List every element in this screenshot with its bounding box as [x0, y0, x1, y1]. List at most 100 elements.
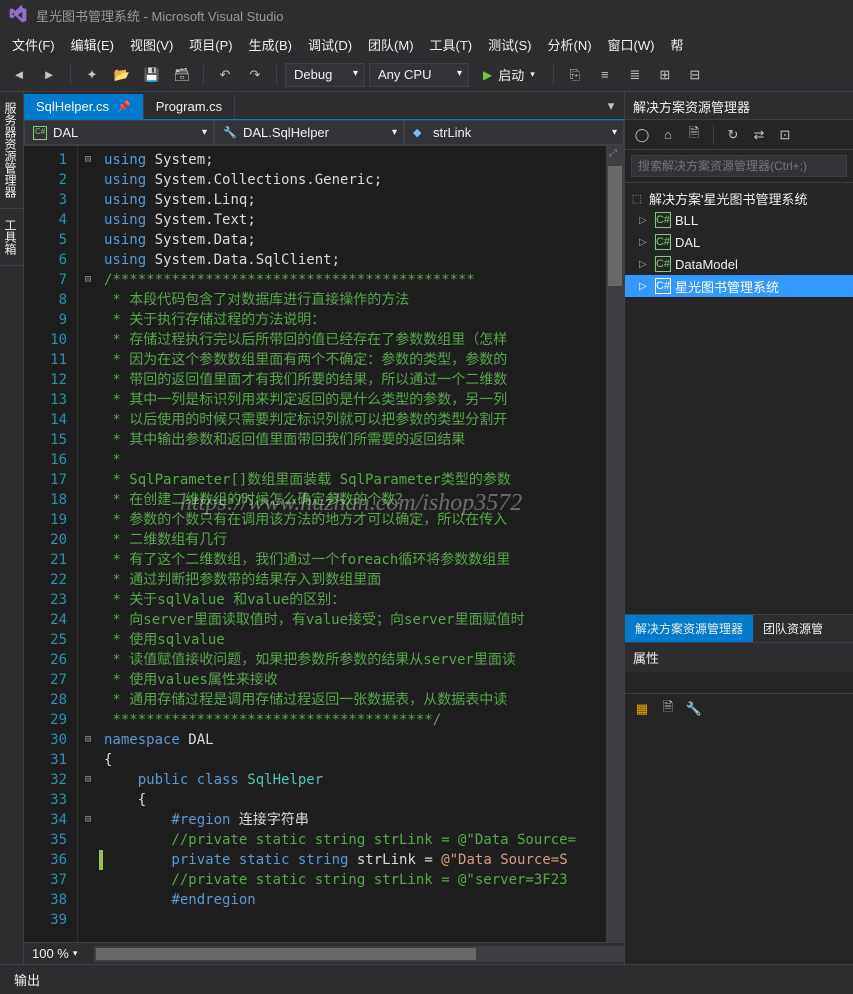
toolbox-tab[interactable]: 工具箱	[0, 209, 23, 266]
solution-search	[625, 150, 853, 183]
tree-project-datamodel[interactable]: ▷ C# DataModel	[625, 253, 853, 275]
config-combo[interactable]: Debug	[285, 63, 365, 87]
vertical-scrollbar[interactable]: ⤢	[606, 146, 624, 942]
new-project-button[interactable]: ✦	[79, 62, 105, 88]
nav-forward-button[interactable]: ►	[36, 62, 62, 88]
csproj-icon: C#	[655, 256, 671, 272]
tab-program[interactable]: Program.cs	[144, 94, 235, 119]
editor-area: SqlHelper.cs 📌 Program.cs ▾ C# DAL 🔧 DAL…	[24, 92, 624, 964]
expand-icon[interactable]: ▷	[639, 237, 651, 248]
solution-explorer-header: 解决方案资源管理器	[625, 92, 853, 120]
tab-team-explorer[interactable]: 团队资源管	[753, 615, 833, 642]
separator	[553, 65, 554, 85]
menu-file[interactable]: 文件(F)	[4, 31, 63, 58]
left-sidebar: 服务器资源管理器 工具箱	[0, 92, 24, 964]
code-content[interactable]: using System;using System.Collections.Ge…	[104, 146, 606, 942]
prop-pages-button[interactable]: 🔧	[683, 698, 705, 720]
se-home-button[interactable]: ⌂	[657, 124, 679, 146]
prop-categorized-button[interactable]: ▦	[631, 698, 653, 720]
tree-label: 星光图书管理系统	[675, 277, 779, 296]
tree-project-main[interactable]: ▷ C# 星光图书管理系统	[625, 275, 853, 297]
tab-solution-explorer[interactable]: 解决方案资源管理器	[625, 615, 753, 642]
play-icon: ▶	[483, 68, 492, 82]
nav-project-label: DAL	[53, 125, 78, 140]
class-icon: 🔧	[223, 126, 237, 140]
menu-debug[interactable]: 调试(D)	[300, 31, 360, 58]
menu-edit[interactable]: 编辑(E)	[63, 31, 122, 58]
expand-icon[interactable]: ▷	[639, 281, 651, 292]
properties-toolbar: ▦ 🗎 🔧	[625, 694, 853, 724]
menu-analyze[interactable]: 分析(N)	[539, 31, 599, 58]
nav-class-combo[interactable]: 🔧 DAL.SqlHelper	[214, 120, 404, 145]
menu-help[interactable]: 帮	[662, 31, 691, 58]
code-editor[interactable]: 1234567891011121314151617181920212223242…	[24, 146, 624, 942]
scrollbar-thumb[interactable]	[96, 948, 476, 960]
vs-logo-icon	[8, 5, 28, 25]
tree-label: BLL	[675, 213, 698, 228]
toolbar-btn-2[interactable]: ≡	[592, 62, 618, 88]
horizontal-scrollbar[interactable]	[94, 946, 624, 962]
platform-combo[interactable]: Any CPU	[369, 63, 469, 87]
menu-test[interactable]: 测试(S)	[480, 31, 539, 58]
nav-project-combo[interactable]: C# DAL	[24, 120, 214, 145]
toolbar-btn-5[interactable]: ⊟	[682, 62, 708, 88]
separator	[70, 65, 71, 85]
toolbar-btn-1[interactable]: ⎘	[562, 62, 588, 88]
prop-alpha-button[interactable]: 🗎	[657, 698, 679, 720]
csproj-icon: C#	[655, 234, 671, 250]
field-icon: ◆	[413, 126, 427, 140]
se-showall-button[interactable]: ⊡	[774, 124, 796, 146]
separator	[713, 125, 714, 145]
menu-window[interactable]: 窗口(W)	[600, 31, 663, 58]
right-panel-tabs: 解决方案资源管理器 团队资源管	[625, 614, 853, 642]
tree-label: DataModel	[675, 257, 738, 272]
solution-search-input[interactable]	[631, 155, 847, 177]
toolbar-btn-3[interactable]: ≣	[622, 62, 648, 88]
pin-icon[interactable]: 📌	[117, 100, 131, 113]
solution-icon: ⬚	[629, 190, 645, 206]
open-file-button[interactable]: 📂	[109, 62, 135, 88]
properties-panel: 属性 ▦ 🗎 🔧	[625, 642, 853, 964]
window-titlebar: 星光图书管理系统 - Microsoft Visual Studio	[0, 0, 853, 30]
zoom-combo[interactable]: 100 % ▾	[24, 946, 94, 961]
csproj-icon: C#	[655, 212, 671, 228]
tab-label: Program.cs	[156, 99, 222, 114]
se-collapse-button[interactable]: ⇄	[748, 124, 770, 146]
undo-button[interactable]: ↶	[212, 62, 238, 88]
tree-label: DAL	[675, 235, 700, 250]
document-tabs: SqlHelper.cs 📌 Program.cs ▾	[24, 92, 624, 120]
bottom-panel: 输出	[0, 964, 853, 994]
tab-dropdown-button[interactable]: ▾	[598, 93, 624, 119]
window-title: 星光图书管理系统 - Microsoft Visual Studio	[36, 6, 284, 25]
tree-solution-root[interactable]: ⬚ 解决方案'星光图书管理系统	[625, 187, 853, 209]
se-back-button[interactable]: ◯	[631, 124, 653, 146]
tab-sqlhelper[interactable]: SqlHelper.cs 📌	[24, 94, 144, 119]
tree-project-dal[interactable]: ▷ C# DAL	[625, 231, 853, 253]
menu-team[interactable]: 团队(M)	[360, 31, 422, 58]
output-tab[interactable]: 输出	[0, 965, 54, 994]
tree-project-bll[interactable]: ▷ C# BLL	[625, 209, 853, 231]
expand-icon[interactable]: ▷	[639, 259, 651, 270]
menu-project[interactable]: 项目(P)	[181, 31, 240, 58]
zoom-label: 100 %	[32, 946, 69, 961]
menu-tools[interactable]: 工具(T)	[422, 31, 481, 58]
start-label: 启动	[498, 65, 524, 84]
toolbar-btn-4[interactable]: ⊞	[652, 62, 678, 88]
nav-member-label: strLink	[433, 125, 471, 140]
fold-gutter[interactable]: ⊟⊟⊟⊟⊟	[78, 146, 98, 942]
nav-back-button[interactable]: ◄	[6, 62, 32, 88]
menu-view[interactable]: 视图(V)	[122, 31, 181, 58]
expand-icon[interactable]: ▷	[639, 215, 651, 226]
menu-build[interactable]: 生成(B)	[241, 31, 300, 58]
solution-tree[interactable]: ⬚ 解决方案'星光图书管理系统 ▷ C# BLL ▷ C# DAL ▷ C# D…	[625, 183, 853, 614]
start-debug-button[interactable]: ▶ 启动 ▾	[473, 62, 545, 87]
save-all-button[interactable]: 🗃	[169, 62, 195, 88]
redo-button[interactable]: ↷	[242, 62, 268, 88]
scrollbar-thumb[interactable]	[608, 166, 622, 286]
save-button[interactable]: 💾	[139, 62, 165, 88]
separator	[203, 65, 204, 85]
nav-member-combo[interactable]: ◆ strLink	[404, 120, 624, 145]
se-sync-button[interactable]: 🗎	[683, 124, 705, 146]
se-refresh-button[interactable]: ↻	[722, 124, 744, 146]
server-explorer-tab[interactable]: 服务器资源管理器	[0, 92, 23, 209]
